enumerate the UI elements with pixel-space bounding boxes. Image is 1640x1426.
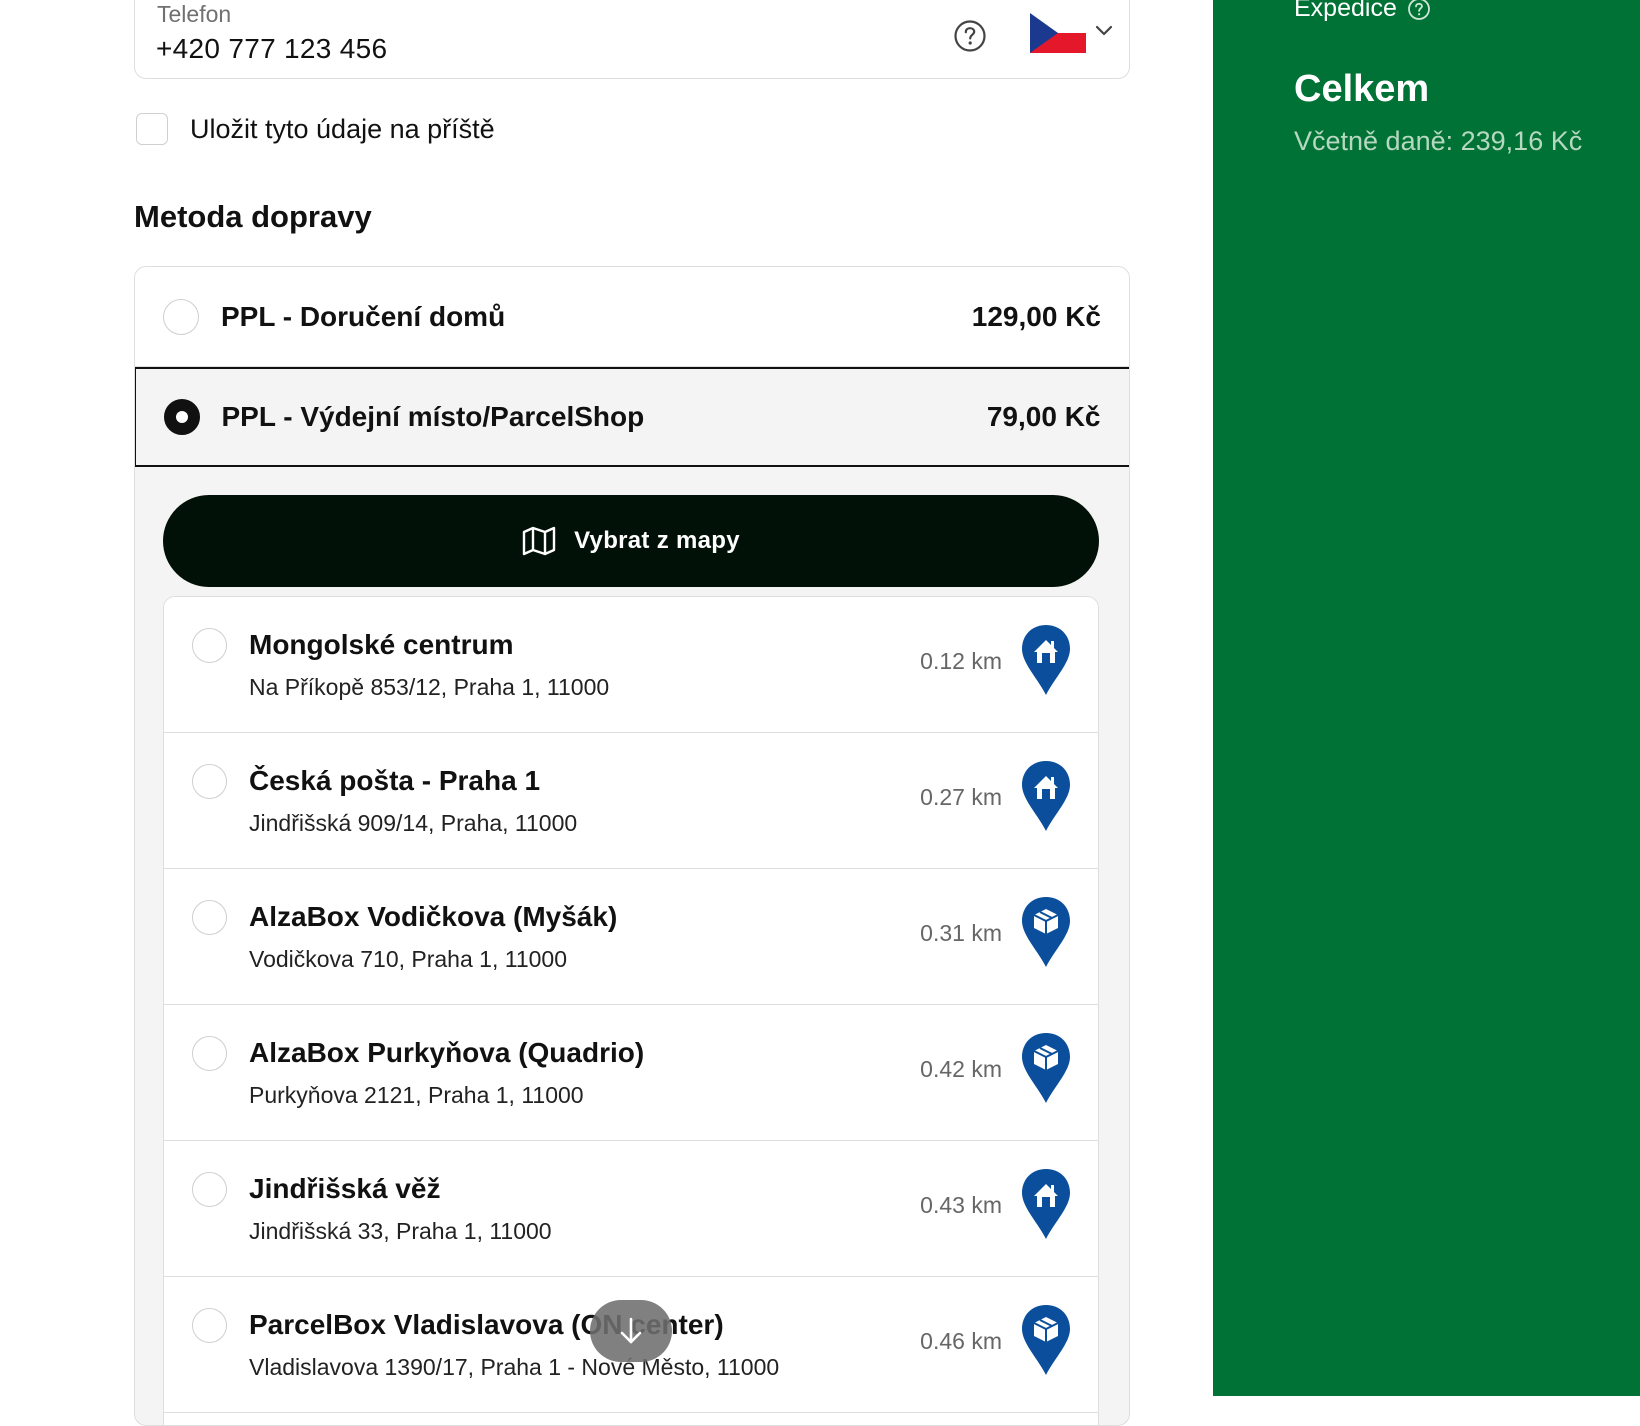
- question-circle-icon[interactable]: [1407, 0, 1431, 21]
- total-label: Celkem: [1294, 68, 1430, 110]
- save-details-row[interactable]: Uložit tyto údaje na příště: [136, 112, 495, 146]
- expedice-text: Expedice: [1294, 0, 1397, 22]
- save-details-label: Uložit tyto údaje na příště: [190, 113, 495, 144]
- list-item[interactable]: Česká pošta - Praha 1 Jindřišská 909/14,…: [164, 733, 1098, 869]
- select-from-map-label: Vybrat z mapy: [574, 527, 740, 554]
- order-summary-sidebar: Expedice Celkem Včetně daně: 239,16 Kč: [1213, 0, 1640, 1396]
- phone-input[interactable]: +420 777 123 456: [156, 33, 387, 65]
- shipping-method-title: Metoda dopravy: [134, 199, 372, 234]
- list-item[interactable]: AlzaBox Vodičkova (Myšák) Vodičkova 710,…: [164, 869, 1098, 1005]
- pickup-point-address: Jindřišská 909/14, Praha, 11000: [249, 810, 578, 836]
- pickup-point-name: Česká pošta - Praha 1: [249, 765, 541, 796]
- arrow-down-icon: [620, 1317, 642, 1344]
- pickup-point-distance: 0.31 km: [920, 920, 1002, 946]
- radio-button[interactable]: [192, 1172, 227, 1207]
- pickup-point-address: Purkyňova 2121, Praha 1, 11000: [249, 1082, 584, 1108]
- list-item[interactable]: AlzaBox Purkyňova (Quadrio) Purkyňova 21…: [164, 1005, 1098, 1141]
- radio-button[interactable]: [192, 628, 227, 663]
- radio-button[interactable]: [192, 1036, 227, 1071]
- list-item[interactable]: Mongolské centrum Na Příkopě 853/12, Pra…: [164, 597, 1098, 733]
- home-pin-icon: [1022, 761, 1070, 831]
- pickup-point-distance: 0.46 km: [920, 1328, 1002, 1354]
- checkout-form: Telefon +420 777 123 456 Uložit tyto úda…: [0, 0, 1213, 1426]
- radio-button[interactable]: [163, 298, 199, 335]
- czech-flag-icon[interactable]: [1030, 13, 1086, 53]
- pickup-point-name: Jindřišská věž: [249, 1173, 441, 1204]
- pickup-point-address: Jindřišská 33, Praha 1, 11000: [249, 1218, 552, 1244]
- pickup-point-address: Vladislavova 1390/17, Praha 1 - Nové Měs…: [249, 1354, 780, 1380]
- tax-included-text: Včetně daně: 239,16 Kč: [1294, 126, 1583, 156]
- select-from-map-button[interactable]: Vybrat z mapy: [163, 495, 1099, 587]
- radio-button[interactable]: [192, 764, 227, 799]
- pickup-point-name: Mongolské centrum: [249, 629, 514, 660]
- shipping-option-name: PPL - Výdejní místo/ParcelShop: [221, 401, 645, 432]
- radio-button[interactable]: [192, 900, 227, 935]
- map-icon: [522, 526, 556, 556]
- radio-button[interactable]: [192, 1308, 227, 1343]
- shipping-methods: PPL - Doručení domů 129,00 Kč PPL - Výde…: [134, 266, 1130, 1426]
- box-pin-icon: [1022, 897, 1070, 967]
- pickup-point-distance: 0.27 km: [920, 784, 1002, 810]
- pickup-point-distance: 0.43 km: [920, 1192, 1002, 1218]
- box-pin-icon: [1022, 1305, 1070, 1375]
- scroll-down-button[interactable]: [590, 1300, 672, 1362]
- shipping-option-parcelshop[interactable]: PPL - Výdejní místo/ParcelShop 79,00 Kč: [135, 367, 1129, 467]
- pickup-point-address: Na Příkopě 853/12, Praha 1, 11000: [249, 674, 610, 700]
- pickup-point-distance: 0.12 km: [920, 648, 1002, 674]
- pickup-point-address: Vodičkova 710, Praha 1, 11000: [249, 946, 567, 972]
- list-item[interactable]: Jindřišská věž Jindřišská 33, Praha 1, 1…: [164, 1141, 1098, 1277]
- home-pin-icon: [1022, 625, 1070, 695]
- expedice-label: Expedice: [1294, 0, 1431, 23]
- chevron-down-icon[interactable]: [1093, 23, 1115, 39]
- save-details-checkbox[interactable]: [136, 113, 168, 145]
- shipping-option-price: 79,00 Kč: [986, 401, 1101, 432]
- question-circle-icon[interactable]: [953, 19, 987, 53]
- pickup-point-distance: 0.42 km: [920, 1056, 1002, 1082]
- pickup-point-name: AlzaBox Vodičkova (Myšák): [249, 901, 618, 932]
- shipping-option-home[interactable]: PPL - Doručení domů 129,00 Kč: [135, 267, 1129, 367]
- phone-label: Telefon: [157, 1, 232, 27]
- pickup-point-name: AlzaBox Purkyňova (Quadrio): [249, 1037, 645, 1068]
- phone-field[interactable]: Telefon +420 777 123 456: [134, 0, 1130, 79]
- shipping-option-price: 129,00 Kč: [971, 300, 1101, 332]
- radio-button-selected[interactable]: [163, 399, 200, 435]
- home-pin-icon: [1022, 1169, 1070, 1239]
- box-pin-icon: [1022, 1033, 1070, 1103]
- shipping-option-name: PPL - Doručení domů: [221, 300, 506, 332]
